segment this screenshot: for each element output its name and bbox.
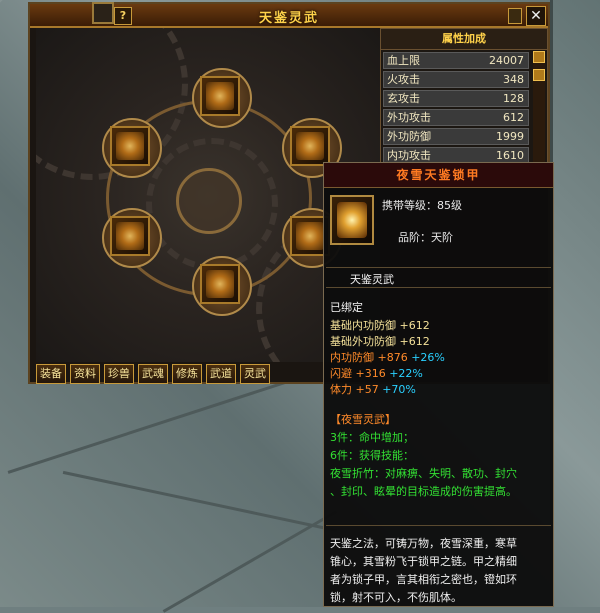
armor-item-icon (330, 195, 374, 245)
description-line: 者为锁子甲，言其相衔之密也，镫如环 (330, 573, 517, 586)
level-requirement: 携带等级：85级 (382, 199, 462, 212)
attribute-label: 火攻击 (387, 73, 420, 86)
tab-strip: 装备 资料 珍兽 武魂 修炼 武道 灵武 (36, 364, 270, 384)
equip-slot-ring[interactable] (200, 264, 240, 304)
minimize-button[interactable] (508, 8, 522, 24)
attribute-header: 属性加成 (381, 29, 547, 50)
divider (326, 287, 551, 288)
attribute-label: 外功防御 (387, 130, 431, 143)
equip-slot-weapon[interactable] (200, 76, 240, 116)
stat-base: +612 (399, 319, 430, 332)
stat-extra: +26% (411, 351, 445, 364)
item-tooltip: 夜雪天鉴锁甲 携带等级：85级 品阶：天阶 天鉴灵武 已绑定 基础内功防御 +6… (323, 162, 554, 607)
stat-label: 闪避 (330, 367, 352, 380)
stat-extra: +70% (382, 383, 416, 396)
tab-spirit-weapon[interactable]: 灵武 (240, 364, 270, 384)
attribute-row: 火攻击 348 (383, 71, 529, 88)
stat-base: +612 (399, 335, 430, 348)
attribute-scrollbar[interactable] (533, 51, 545, 169)
equip-slot-left-lower[interactable] (110, 216, 150, 256)
stat-base: +316 (355, 367, 386, 380)
attribute-value: 24007 (489, 54, 524, 67)
attribute-value: 128 (503, 92, 524, 105)
attribute-bonus-panel: 属性加成 血上限 24007 火攻击 348 玄攻击 128 外功攻击 612 … (380, 28, 548, 170)
set-bonus-line: 6件：获得技能： (330, 449, 414, 462)
close-button[interactable]: ✕ (526, 6, 546, 26)
set-bonus-line: 、封印、眩晕的目标造成的伤害提高。 (330, 485, 517, 498)
stat-label: 内功防御 (330, 351, 374, 364)
window-titlebar[interactable]: ? 天鉴灵武 ✕ (30, 2, 548, 28)
bound-status: 已绑定 (330, 301, 363, 314)
tab-equipment[interactable]: 装备 (36, 364, 66, 384)
item-category: 天鉴灵武 (350, 273, 394, 286)
attribute-label: 外功攻击 (387, 111, 431, 124)
item-grade: 品阶：天阶 (398, 231, 453, 244)
description-line: 锥心，其雪粉飞于锁甲之链。甲之精细 (330, 555, 517, 568)
attribute-row: 外功攻击 612 (383, 109, 529, 126)
stat-base: +876 (377, 351, 408, 364)
attribute-value: 612 (503, 111, 524, 124)
description-line: 锁，射不可入，不伤肌体。 (330, 591, 462, 604)
window-title: 天鉴灵武 (258, 11, 319, 26)
scroll-up-icon[interactable] (533, 51, 545, 63)
attribute-value: 348 (503, 73, 524, 86)
attribute-label: 内功攻击 (387, 149, 431, 162)
attribute-label: 血上限 (387, 54, 420, 67)
item-name: 夜雪天鉴锁甲 (324, 163, 553, 188)
divider (326, 267, 551, 268)
tab-martial-way[interactable]: 武道 (206, 364, 236, 384)
equip-slot-left-upper[interactable] (110, 126, 150, 166)
tab-cultivation[interactable]: 修炼 (172, 364, 202, 384)
attribute-row: 玄攻击 128 (383, 90, 529, 107)
tab-martial-soul[interactable]: 武魂 (138, 364, 168, 384)
stat-label: 体力 (330, 383, 352, 396)
stat-label: 基础内功防御 (330, 319, 396, 332)
item-description: 天鉴之法，可铸万物，夜雪深重，寒草 锥心，其雪粉飞于锁甲之链。甲之精细 者为锁子… (330, 535, 547, 607)
stat-line: 闪避 +316 +22% (330, 365, 423, 381)
set-bonus-line: 夜雪折竹：对麻痹、失明、散功、封穴 (330, 467, 517, 480)
equip-slot-armor[interactable] (290, 126, 330, 166)
stat-line: 体力 +57 +70% (330, 381, 416, 397)
stat-line: 基础外功防御 +612 (330, 333, 430, 349)
set-bonus-line: 3件：命中增加； (330, 431, 414, 444)
center-ornament (176, 168, 242, 234)
stat-base: +57 (355, 383, 379, 396)
attribute-row: 外功防御 1999 (383, 128, 529, 145)
stat-label: 基础外功防御 (330, 335, 396, 348)
attribute-row: 血上限 24007 (383, 52, 529, 69)
attribute-value: 1999 (496, 130, 524, 143)
attribute-label: 玄攻击 (387, 92, 420, 105)
stat-line: 基础内功防御 +612 (330, 317, 430, 333)
tab-profile[interactable]: 资料 (70, 364, 100, 384)
stat-line: 内功防御 +876 +26% (330, 349, 445, 365)
attribute-value: 1610 (496, 149, 524, 162)
stat-extra: +22% (389, 367, 423, 380)
scroll-thumb[interactable] (533, 69, 545, 81)
description-line: 天鉴之法，可铸万物，夜雪深重，寒草 (330, 537, 517, 550)
tab-pets[interactable]: 珍兽 (104, 364, 134, 384)
set-name: 【夜雪灵武】 (330, 413, 396, 426)
divider (326, 525, 551, 526)
